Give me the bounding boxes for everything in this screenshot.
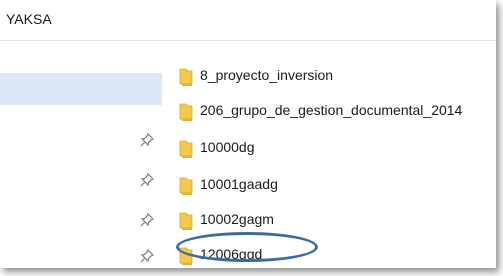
nav-item[interactable] xyxy=(0,205,162,237)
nav-item[interactable] xyxy=(0,165,162,197)
folder-icon xyxy=(179,140,193,158)
file-row[interactable]: 8_proyecto_inversion xyxy=(178,63,496,91)
pin-icon[interactable] xyxy=(140,173,154,187)
nav-item-selected[interactable] xyxy=(0,73,162,105)
file-name[interactable]: 8_proyecto_inversion xyxy=(200,67,333,83)
nav-item[interactable] xyxy=(0,41,162,73)
file-row[interactable]: 10001gaadg xyxy=(178,172,496,200)
file-name[interactable]: 10000dg xyxy=(200,139,255,155)
file-name[interactable]: 10002gagm xyxy=(200,211,274,227)
highlight-ellipse-annotation xyxy=(176,232,318,262)
file-row[interactable]: 10000dg xyxy=(178,135,496,163)
title-bar: YAKSA xyxy=(0,0,496,41)
folder-icon xyxy=(179,212,193,230)
file-name[interactable]: 10001gaadg xyxy=(200,176,278,192)
file-name[interactable]: 206_grupo_de_gestion_documental_2014 xyxy=(200,102,462,118)
folder-icon xyxy=(179,103,193,121)
pin-icon[interactable] xyxy=(140,249,154,263)
pin-icon[interactable] xyxy=(140,213,154,227)
nav-item[interactable] xyxy=(0,125,162,157)
folder-icon xyxy=(179,177,193,195)
explorer-window: YAKSA 8_proyecto_inversion 206_grupo_de_… xyxy=(0,0,496,268)
file-row[interactable]: 10002gagm xyxy=(178,207,496,235)
file-row[interactable]: 206_grupo_de_gestion_documental_2014 xyxy=(178,98,496,126)
window-title: YAKSA xyxy=(6,11,52,27)
pin-icon[interactable] xyxy=(140,133,154,147)
navigation-pane xyxy=(0,41,162,268)
folder-icon xyxy=(179,68,193,86)
nav-item[interactable] xyxy=(0,241,162,268)
